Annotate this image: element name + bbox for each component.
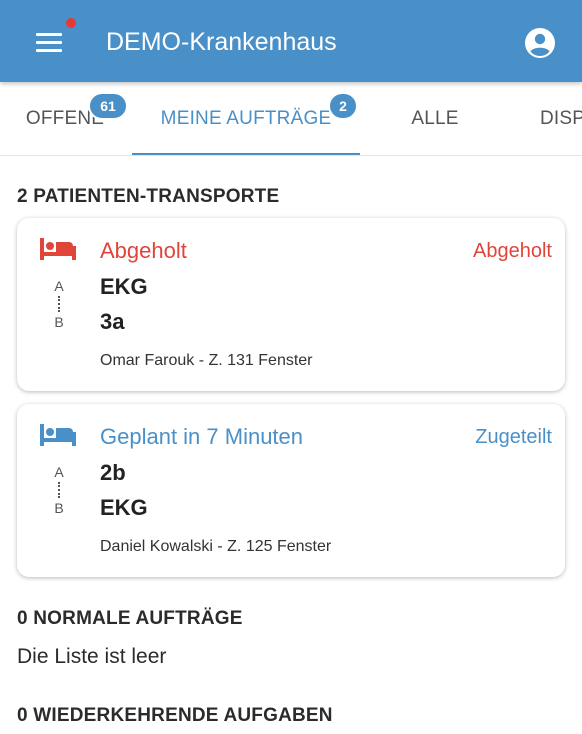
route-indicator: A B [51, 278, 67, 330]
tab-offene-count-badge: 61 [88, 92, 128, 120]
hamburger-menu-icon [36, 33, 62, 52]
tab-meine-auftraege[interactable]: MEINE AUFTRÄGE [132, 82, 360, 155]
transport-to: EKG [100, 495, 148, 520]
empty-list-message: Die Liste ist leer [17, 645, 167, 668]
tab-disp[interactable]: DISP [520, 82, 582, 155]
account-button[interactable] [522, 25, 558, 61]
transport-card[interactable]: Geplant in 7 Minuten Zugeteilt A B 2b EK… [17, 404, 565, 577]
bed-icon [40, 424, 76, 446]
transport-state: Zugeteilt [475, 426, 552, 448]
transport-status: Geplant in 7 Minuten [100, 424, 304, 449]
tab-bar: OFFENE 61 MEINE AUFTRÄGE 2 ALLE DISP [0, 82, 582, 156]
section-heading-transports: 2 PATIENTEN-TRANSPORTE [17, 186, 280, 207]
bed-icon [40, 238, 76, 260]
tab-alle[interactable]: ALLE [360, 82, 510, 155]
route-dotted-line [58, 482, 60, 498]
transport-from: EKG [100, 274, 148, 299]
transport-status: Abgeholt [100, 238, 187, 263]
app-bar: DEMO-Krankenhaus [0, 0, 582, 82]
patient-info: Omar Farouk - Z. 131 Fenster [100, 352, 313, 369]
tab-meine-auftraege-count-badge: 2 [328, 92, 358, 120]
tab-label: ALLE [411, 108, 459, 129]
transport-state: Abgeholt [473, 240, 552, 262]
route-dotted-line [58, 296, 60, 312]
active-tab-indicator [132, 153, 360, 155]
transport-from: 2b [100, 460, 126, 485]
patient-info: Daniel Kowalski - Z. 125 Fenster [100, 538, 332, 555]
route-from-label: A [54, 278, 64, 294]
account-circle-icon [525, 28, 555, 58]
section-heading-normal-orders: 0 NORMALE AUFTRÄGE [17, 608, 243, 629]
route-to-label: B [54, 500, 64, 516]
route-to-label: B [54, 314, 64, 330]
app-title: DEMO-Krankenhaus [106, 28, 337, 56]
transport-to: 3a [100, 309, 125, 334]
route-indicator: A B [51, 464, 67, 516]
tab-label: DISP [540, 108, 582, 129]
route-from-label: A [54, 464, 64, 480]
section-heading-recurring-tasks: 0 WIEDERKEHRENDE AUFGABEN [17, 705, 333, 726]
notification-dot [66, 18, 76, 28]
tab-label: MEINE AUFTRÄGE [160, 108, 332, 129]
menu-button[interactable] [32, 27, 72, 57]
transport-card[interactable]: Abgeholt Abgeholt A B EKG 3a Omar Farouk… [17, 218, 565, 391]
